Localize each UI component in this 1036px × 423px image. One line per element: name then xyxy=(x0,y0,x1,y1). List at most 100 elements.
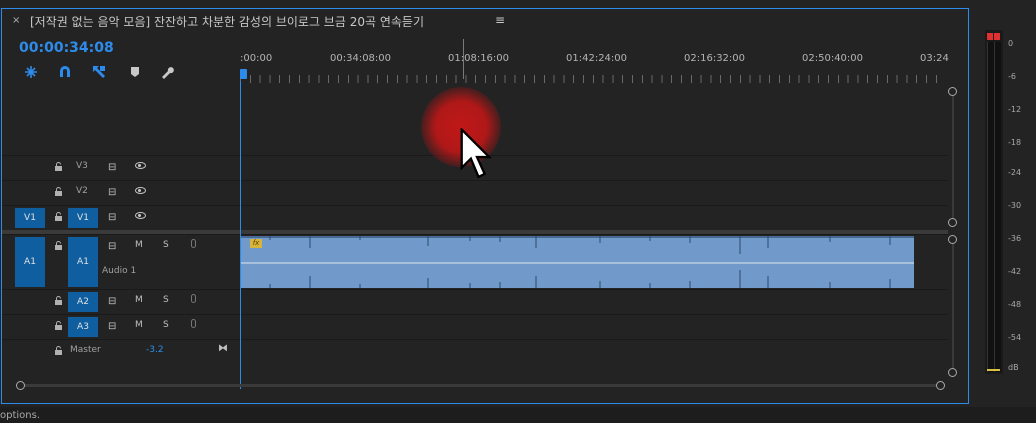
solo-button[interactable]: S xyxy=(163,240,169,250)
eye-icon[interactable] xyxy=(135,212,146,219)
master-volume-value[interactable]: -3.2 xyxy=(146,345,164,355)
audio-clip[interactable]: fx xyxy=(240,236,914,288)
track-row-v1: V1 V1 ⊟ xyxy=(2,205,948,230)
meter-scale-label: -48 xyxy=(1008,300,1022,309)
wrench-settings-icon[interactable] xyxy=(160,65,174,79)
playhead-timecode[interactable]: 00:00:34:08 xyxy=(19,40,114,56)
meter-scale-label: -42 xyxy=(1008,267,1022,276)
waveform-bottom xyxy=(240,262,914,288)
track-header-a3: A3 ⊟ M S xyxy=(2,315,239,339)
track-target-a2[interactable]: A2 xyxy=(68,292,98,312)
meter-scale-label: -24 xyxy=(1008,168,1022,177)
mic-icon[interactable] xyxy=(191,319,196,328)
track-row-master: Master -3.2 ⧓ xyxy=(2,339,948,364)
track-header-master: Master -3.2 ⧓ xyxy=(2,340,239,364)
ruler-label: 01:42:24:00 xyxy=(566,53,628,64)
track-header-v2: V2 ⊟ xyxy=(2,181,239,205)
snap-magnet-icon[interactable] xyxy=(58,65,72,79)
meter-bar-left xyxy=(987,42,994,372)
lock-icon[interactable] xyxy=(54,321,63,330)
nest-toggle-icon[interactable] xyxy=(24,65,38,79)
track-row-v2: V2 ⊟ xyxy=(2,180,948,205)
scroll-knob-bottom[interactable] xyxy=(948,368,957,377)
eye-icon[interactable] xyxy=(135,162,146,169)
track-target-v1[interactable]: V1 xyxy=(68,208,98,228)
source-patch-a1[interactable]: A1 xyxy=(15,237,45,287)
add-marker-icon[interactable] xyxy=(128,65,142,79)
scroll-knob-right[interactable] xyxy=(936,381,945,390)
track-name[interactable]: V3 xyxy=(76,161,88,171)
track-header-v3: V3 ⊟ xyxy=(2,156,239,180)
track-row-a2: A2 ⊟ M S xyxy=(2,289,948,314)
scroll-knob-top[interactable] xyxy=(948,235,957,244)
audio-vertical-scrollbar[interactable] xyxy=(948,235,958,379)
track-header-a1: A1 A1 ⊟ M S Audio 1 xyxy=(2,235,239,289)
lock-icon[interactable] xyxy=(54,241,63,250)
track-content-a2[interactable] xyxy=(240,290,948,314)
fx-badge[interactable]: fx xyxy=(250,239,262,248)
mic-icon[interactable] xyxy=(191,239,196,248)
track-row-a3: A3 ⊟ M S xyxy=(2,314,948,339)
track-content-v2[interactable] xyxy=(240,181,948,205)
sync-lock-icon[interactable]: ⊟ xyxy=(108,296,116,307)
lock-icon[interactable] xyxy=(54,187,63,196)
ruler-label: 01:08:16:00 xyxy=(448,53,510,64)
meter-level xyxy=(987,369,1000,371)
status-bar: options. xyxy=(0,407,1036,423)
lock-icon[interactable] xyxy=(54,346,63,355)
scroll-knob-bottom[interactable] xyxy=(948,218,957,227)
sync-lock-icon[interactable]: ⊟ xyxy=(108,162,116,173)
meter-scale-label: -36 xyxy=(1008,234,1022,243)
playhead-line[interactable] xyxy=(240,81,241,389)
playhead-handle[interactable] xyxy=(240,69,247,79)
track-content-v1[interactable] xyxy=(240,206,948,230)
mic-icon[interactable] xyxy=(191,294,196,303)
sync-lock-icon[interactable]: ⊟ xyxy=(108,321,116,332)
mute-button[interactable]: M xyxy=(135,240,143,250)
track-name[interactable]: V2 xyxy=(76,186,88,196)
scroll-track xyxy=(952,239,954,375)
meter-scale-label: -6 xyxy=(1008,72,1016,81)
panel-menu-icon[interactable]: ≡ xyxy=(495,13,505,27)
ruler-label: 02:16:32:00 xyxy=(684,53,746,64)
peak-indicator-right xyxy=(994,33,1000,40)
lock-icon[interactable] xyxy=(54,162,63,171)
scroll-knob-left[interactable] xyxy=(16,381,25,390)
lock-icon[interactable] xyxy=(54,212,63,221)
horizontal-zoom-scrollbar[interactable] xyxy=(16,381,945,391)
mute-button[interactable]: M xyxy=(135,320,143,330)
solo-button[interactable]: S xyxy=(163,295,169,305)
meter-scale-label: 0 xyxy=(1008,39,1014,48)
go-to-end-icon[interactable]: ⧓ xyxy=(218,343,228,354)
sync-lock-icon[interactable]: ⊟ xyxy=(108,212,116,223)
waveform-top xyxy=(240,236,914,262)
mute-button[interactable]: M xyxy=(135,295,143,305)
scroll-knob-top[interactable] xyxy=(948,87,957,96)
track-content-v3[interactable] xyxy=(240,156,948,180)
close-tab-button[interactable]: × xyxy=(12,15,20,26)
audio-meter xyxy=(985,30,1003,374)
scroll-track xyxy=(22,384,938,387)
track-content-a3[interactable] xyxy=(240,315,948,339)
sequence-title[interactable]: [저작권 없는 음악 모음] 잔잔하고 차분한 감성의 브이로그 브금 20곡 … xyxy=(30,13,424,30)
video-vertical-scrollbar[interactable] xyxy=(948,87,958,229)
track-content-a1[interactable]: fx xyxy=(240,235,948,289)
sequence-tab[interactable]: × [저작권 없는 음악 모음] 잔잔하고 차분한 감성의 브이로그 브금 20… xyxy=(2,9,968,35)
sync-lock-icon[interactable]: ⊟ xyxy=(108,241,116,252)
linked-selection-icon[interactable] xyxy=(92,65,106,79)
eye-icon[interactable] xyxy=(135,187,146,194)
meter-bar-right xyxy=(994,42,1001,372)
meter-scale-label: -12 xyxy=(1008,105,1022,114)
solo-button[interactable]: S xyxy=(163,320,169,330)
master-track-name: Master xyxy=(70,345,101,355)
work-area-marker xyxy=(463,39,464,79)
lock-icon[interactable] xyxy=(54,296,63,305)
track-header-v1: V1 V1 ⊟ xyxy=(2,206,239,230)
source-patch-v1[interactable]: V1 xyxy=(15,208,45,228)
track-header-a2: A2 ⊟ M S xyxy=(2,290,239,314)
sync-lock-icon[interactable]: ⊟ xyxy=(108,187,116,198)
track-target-a1[interactable]: A1 xyxy=(68,237,98,287)
track-label: Audio 1 xyxy=(102,266,137,276)
track-content-master[interactable] xyxy=(240,340,948,364)
track-target-a3[interactable]: A3 xyxy=(68,317,98,337)
